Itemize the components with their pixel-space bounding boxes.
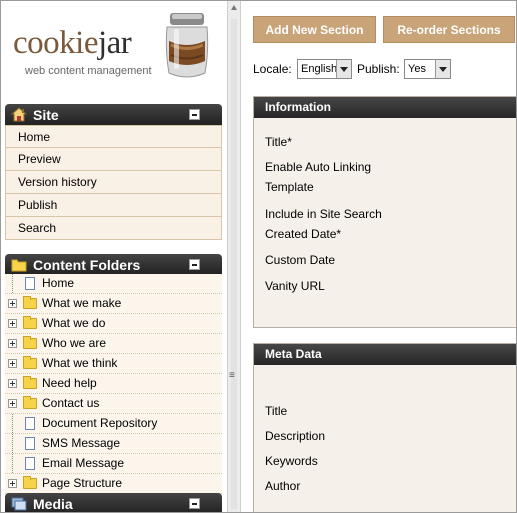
panel-splitter[interactable]: ≡ [227, 1, 241, 512]
information-section: Information Title* Enable Auto Linking T… [253, 96, 516, 328]
splitter-grip-icon[interactable]: ≡ [229, 370, 235, 381]
tree-item[interactable]: What we do [5, 314, 222, 334]
scrollbar-track[interactable] [231, 19, 237, 509]
expand-icon[interactable] [8, 319, 17, 328]
content-folder-tree: Home What we make What we do Who we are … [5, 274, 222, 494]
field-label: Include in Site Search [265, 207, 382, 221]
field-label: Keywords [265, 454, 318, 468]
dropdown-arrow-icon [336, 60, 351, 78]
tree-line [12, 274, 14, 293]
site-item-version-history[interactable]: Version history [5, 171, 222, 194]
content-folders-panel-title: Content Folders [33, 257, 141, 273]
expand-icon[interactable] [8, 399, 17, 408]
tree-item[interactable]: Page Structure [5, 474, 222, 494]
folder-icon [23, 316, 37, 329]
document-icon [25, 457, 35, 470]
dropdown-arrow-icon [435, 60, 450, 78]
tree-item[interactable]: What we make [5, 294, 222, 314]
collapse-icon[interactable] [189, 259, 200, 270]
tree-item[interactable]: Contact us [5, 394, 222, 414]
tree-item-label: Email Message [42, 456, 125, 470]
publish-label: Publish: [357, 62, 400, 76]
tree-item-label: Who we are [42, 336, 107, 350]
expand-icon[interactable] [8, 379, 17, 388]
tree-item[interactable]: Document Repository [5, 414, 222, 434]
tree-item[interactable]: Email Message [5, 454, 222, 474]
meta-data-header: Meta Data [254, 344, 516, 365]
folder-icon [23, 476, 37, 489]
tree-item-label: SMS Message [42, 436, 121, 450]
expand-icon[interactable] [8, 299, 17, 308]
folder-icon [23, 396, 37, 409]
site-panel-header[interactable]: Site [5, 104, 222, 125]
tree-line [12, 454, 14, 473]
field-label: Vanity URL [265, 279, 325, 293]
field-label: Author [265, 479, 301, 493]
locale-label: Locale: [253, 62, 292, 76]
media-panel-title: Media [33, 496, 73, 512]
tree-item[interactable]: Need help [5, 374, 222, 394]
expand-icon[interactable] [8, 479, 17, 488]
tree-item-label: Contact us [42, 396, 100, 410]
document-icon [25, 417, 35, 430]
tree-item-label: Page Structure [42, 476, 123, 490]
tree-item[interactable]: Home [5, 274, 222, 294]
home-icon [11, 107, 27, 122]
document-icon [25, 437, 35, 450]
site-item-preview[interactable]: Preview [5, 148, 222, 171]
meta-data-section: Meta Data Title Description Keywords Aut… [253, 343, 516, 512]
publish-select[interactable]: Yes [404, 59, 451, 79]
field-label: Custom Date [265, 253, 336, 267]
folder-icon [23, 296, 37, 309]
content-folders-panel-header[interactable]: Content Folders [5, 254, 222, 275]
expand-icon[interactable] [8, 339, 17, 348]
folder-icon [23, 376, 37, 389]
document-icon [25, 277, 35, 290]
information-header: Information [254, 97, 516, 118]
tree-line [12, 414, 14, 433]
tree-item-label: Need help [42, 376, 97, 390]
left-column: cookiejar web content management Site Ho… [1, 1, 227, 512]
site-item-search[interactable]: Search [5, 217, 222, 240]
media-icon [11, 497, 27, 511]
tree-item-label: Document Repository [42, 416, 158, 430]
tree-item-label: What we do [42, 316, 106, 330]
expand-icon[interactable] [8, 359, 17, 368]
media-panel-header[interactable]: Media [5, 493, 222, 512]
logo-subtitle: web content management [25, 65, 152, 77]
add-new-section-button[interactable]: Add New Section [253, 16, 376, 43]
publish-select-value: Yes [408, 63, 426, 75]
site-panel-title: Site [33, 107, 59, 123]
app-frame: cookiejar web content management Site Ho… [0, 0, 517, 513]
site-item-publish[interactable]: Publish [5, 194, 222, 217]
reorder-sections-button[interactable]: Re-order Sections [383, 16, 515, 43]
field-label: Title [265, 404, 288, 418]
folder-icon [11, 259, 27, 272]
tree-item-label: What we think [42, 356, 118, 370]
cookiejar-logo: cookiejar web content management [13, 11, 218, 86]
folder-icon [23, 356, 37, 369]
main-content: Add New Section Re-order Sections Locale… [242, 1, 516, 512]
scroll-up-icon[interactable] [231, 5, 237, 10]
tree-line [12, 434, 14, 453]
collapse-icon[interactable] [189, 109, 200, 120]
site-item-home[interactable]: Home [5, 125, 222, 148]
tree-item-label: Home [42, 276, 75, 290]
collapse-icon[interactable] [189, 498, 200, 509]
field-label: Enable Auto Linking [265, 160, 372, 174]
site-menu: Home Preview Version history Publish Sea… [5, 125, 222, 240]
tree-item[interactable]: What we think [5, 354, 222, 374]
field-label: Description [265, 429, 326, 443]
field-label: Template [265, 180, 314, 194]
field-label: Created Date* [265, 227, 342, 241]
cookie-jar-icon [165, 13, 209, 78]
tree-item[interactable]: SMS Message [5, 434, 222, 454]
locale-select-value: English [301, 63, 338, 75]
tree-item-label: What we make [42, 296, 122, 310]
folder-icon [23, 336, 37, 349]
field-label: Title* [265, 135, 292, 149]
tree-item[interactable]: Who we are [5, 334, 222, 354]
locale-select[interactable]: English [297, 59, 352, 79]
logo-wordmark: cookiejar [13, 25, 132, 61]
